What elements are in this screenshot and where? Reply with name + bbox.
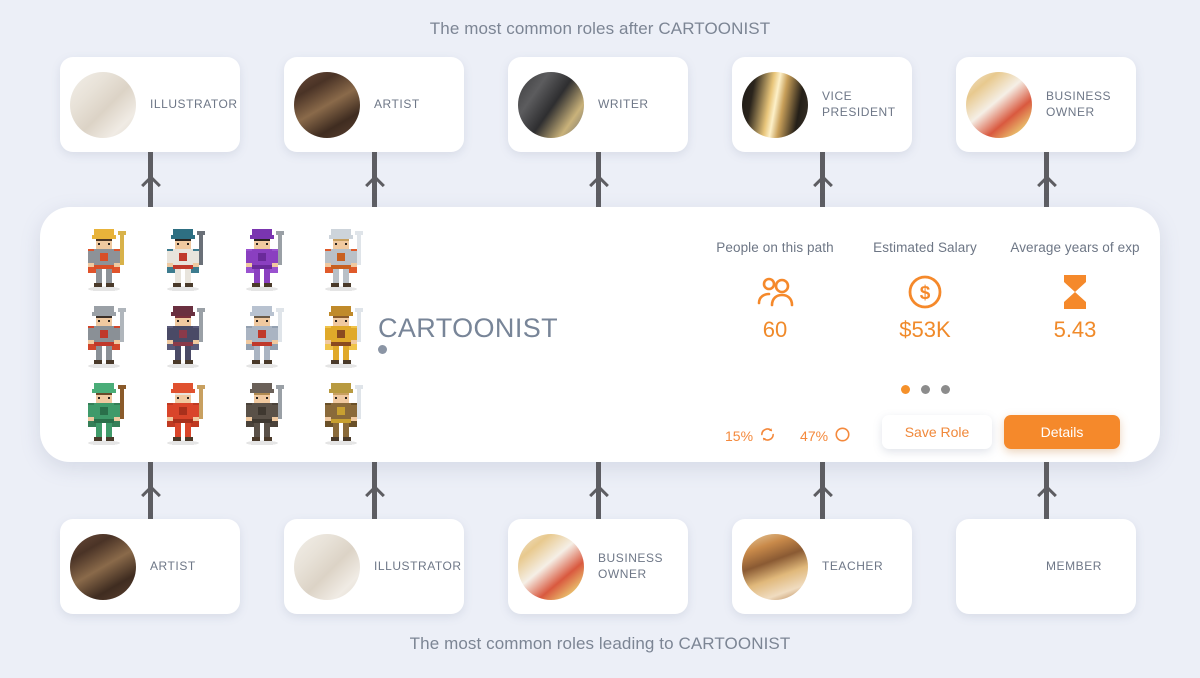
sprite-red-wizard-staff [144,373,223,450]
role-card-label: ARTIST [374,96,420,111]
writer-desk-keyboard-photo [518,71,584,138]
stat-label: Estimated Salary [873,240,977,255]
role-card[interactable]: ILLUSTRATOR [60,57,240,152]
percentage-value: 47% [800,428,829,444]
role-sprite-grid [65,220,380,450]
hourglass-icon [1000,271,1150,313]
role-card[interactable]: ARTIST [284,57,464,152]
illustrator-desk-photo [294,533,360,600]
role-stats: People on this path 60 Estimated Salary $ $5… [700,240,1150,343]
path-connector-arrow [596,152,601,209]
role-card[interactable]: BUSINESS OWNER [956,57,1136,152]
dollar-circle-icon: $ [850,271,1000,313]
caption-next-roles: The most common roles after CARTOONIST [429,19,771,38]
role-card-label: TEACHER [822,558,884,573]
percentage-indicators: 15% 47% [725,426,851,446]
next-roles-row: ILLUSTRATOR ARTIST WRITER VICE PRESIDENT BUS… [0,57,1200,152]
path-connector-arrow [596,462,601,519]
svg-text:$: $ [920,283,931,304]
details-button[interactable]: Details [1004,415,1120,449]
refresh-cycle-icon [759,426,776,446]
carousel-dots[interactable] [700,385,1150,394]
carousel-dot[interactable] [900,385,910,394]
career-path-visualization: The most common roles after CARTOONIST I… [0,0,1200,678]
role-card[interactable]: ARTIST [60,519,240,614]
page-title: CARTOONIST [378,313,559,343]
caption-previous-roles: The most common roles leading to CARTOON… [409,634,791,653]
role-card[interactable]: WRITER [508,57,688,152]
role-card-label: ILLUSTRATOR [374,558,462,573]
role-card-label: WRITER [598,96,649,111]
role-card-label: VICE PRESIDENT [822,89,896,119]
stat-value: 5.43 [1053,317,1097,342]
people-icon [700,271,850,313]
path-connector-arrow [148,462,153,519]
path-connector-arrow [1044,152,1049,209]
role-card[interactable]: VICE PRESIDENT [732,57,912,152]
sprite-spear-crusader [65,297,144,374]
role-card[interactable]: TEACHER [732,519,912,614]
current-role-card[interactable]: People on this path 60 Estimated Salary $ $5… [40,207,1160,462]
stat-label: People on this path [716,240,834,255]
role-title-dot [378,345,387,354]
business-owner-laptop-photo [518,533,584,600]
role-card[interactable]: BUSINESS OWNER [508,519,688,614]
role-card-label: ARTIST [150,558,196,573]
path-connector-arrow [820,462,825,519]
carousel-dot[interactable] [940,385,950,394]
role-card-label: ILLUSTRATOR [150,96,238,111]
stat-label: Average years of exp [1010,240,1140,255]
stat-block: Estimated Salary $ $53K [850,240,1000,343]
stat-value: 60 [762,317,788,342]
sprite-green-archer [65,373,144,450]
path-connector-arrow [148,152,153,209]
path-connector-arrow [1044,462,1049,519]
role-card[interactable]: ILLUSTRATOR [284,519,464,614]
circle-outline-icon [834,426,851,446]
raised-hands-photo [966,534,1032,600]
sprite-brown-haired-rogue [223,373,302,450]
sprite-rogue-duelist [144,297,223,374]
stat-block: People on this path 60 [700,240,850,343]
business-owner-laptop-photo [966,71,1032,138]
save-role-button[interactable]: Save Role [882,415,992,449]
previous-roles-row: ARTIST ILLUSTRATOR BUSINESS OWNER TEACHER ME… [0,519,1200,614]
role-card-label: MEMBER [1046,558,1102,573]
sprite-viking-berserker [301,373,380,450]
artist-paint-shelf-photo [70,533,136,600]
role-card-label: BUSINESS OWNER [598,551,664,581]
stat-value: $53K [899,317,951,342]
percentage-chip: 47% [800,426,851,446]
sprite-king-knight-violin [65,220,144,297]
percentage-value: 15% [725,428,754,444]
stat-block: Average years of exp 5.43 [1000,240,1150,343]
office-lobby-photo [742,71,808,138]
path-connector-arrow [372,152,377,209]
role-card-label: BUSINESS OWNER [1046,89,1112,119]
sprite-bishop-cleric-staff [144,220,223,297]
sprite-silver-knight-plume [301,220,380,297]
sprite-purple-wizard [223,220,302,297]
percentage-chip: 15% [725,426,776,446]
sprite-blue-knight-shield [223,297,302,374]
illustrator-desk-photo [70,71,136,138]
artist-paint-shelf-photo [294,71,360,138]
path-connector-arrow [372,462,377,519]
card-actions: Save Role Details [882,415,1120,449]
carousel-dot[interactable] [920,385,930,394]
sprite-golden-eagle-warrior [301,297,380,374]
classroom-photo [742,533,808,600]
path-connector-arrow [820,152,825,209]
role-card[interactable]: MEMBER [956,519,1136,614]
